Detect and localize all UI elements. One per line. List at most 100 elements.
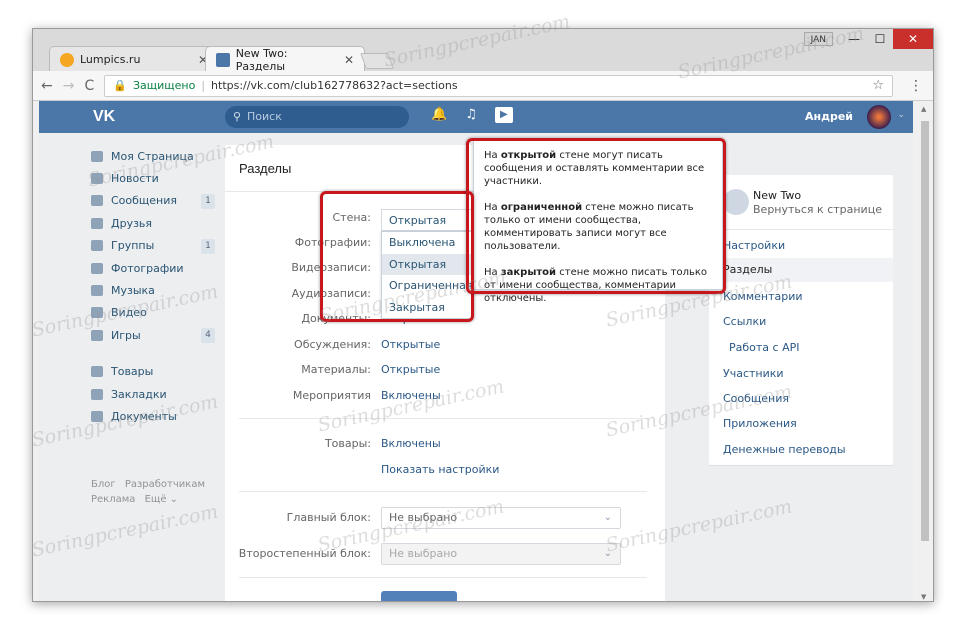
search-placeholder: Поиск [247,110,282,123]
browser-window: Lumpics.ru ✕ New Two: Разделы ✕ JAN — ☐ … [32,28,934,602]
menu-apps[interactable]: Приложения [723,417,797,430]
annotation-highlight-dropdown [320,191,474,322]
close-tab-icon[interactable]: ✕ [344,53,354,67]
vk-header: VK ⚲ Поиск 🔔 ♫ ▶ Андрей ⌄ [39,101,913,133]
menu-api[interactable]: Работа с API [729,341,799,354]
tab-lumpics[interactable]: Lumpics.ru ✕ [49,46,219,72]
menu-links[interactable]: Ссылки [723,315,766,328]
row-materials: Материалы: Открытые [301,363,441,376]
nav-friends[interactable]: Друзья [91,212,215,234]
lumpics-favicon-icon [60,52,74,67]
forward-arrow-icon[interactable]: → [63,78,75,94]
annotation-highlight-tooltip [466,138,726,294]
window-controls: JAN — ☐ ✕ [803,29,933,49]
reload-icon[interactable]: C [84,78,94,94]
count-badge: 1 [201,238,215,254]
chevron-down-icon[interactable]: ⌄ [897,110,905,120]
gamepad-icon [91,329,103,341]
nav-goods[interactable]: Товары [91,361,215,383]
close-window-button[interactable]: ✕ [893,29,933,49]
footer-link-ads[interactable]: Реклама [91,494,135,505]
menu-sections[interactable]: Разделы [709,258,893,282]
message-icon [91,195,103,207]
left-footer: Блог Разработчикам Реклама Ещё ⌄ [91,477,215,507]
star-icon [91,388,103,400]
footer-link-blog[interactable]: Блог [91,479,116,490]
maximize-button[interactable]: ☐ [867,29,893,49]
tab-new-two[interactable]: New Two: Разделы ✕ [205,46,365,73]
person-icon [91,217,103,229]
lock-icon: 🔒 [113,79,127,92]
user-name[interactable]: Андрей [805,110,853,123]
menu-settings[interactable]: Настройки [723,239,785,252]
video-icon [91,307,103,319]
scroll-up-icon[interactable]: ▲ [921,105,926,113]
nav-my-page[interactable]: Моя Страница [91,145,215,167]
nav-photos[interactable]: Фотографии [91,257,215,279]
group-icon [91,240,103,252]
chevron-down-icon: ⌄ [603,512,612,523]
bookmark-star-icon[interactable]: ☆ [872,78,884,93]
count-badge: 4 [201,328,215,344]
play-icon[interactable]: ▶ [494,107,513,123]
discussions-value[interactable]: Открытые [381,338,440,351]
events-value[interactable]: Включены [381,389,441,402]
main-block-select[interactable]: Не выбрано ⌄ [381,507,621,529]
url-text: https://vk.com/club162778632?act=section… [211,79,458,92]
browser-menu-icon[interactable]: ⋮ [909,78,923,94]
avatar[interactable] [867,105,891,129]
nav-news[interactable]: Новости [91,167,215,189]
tab-bar: Lumpics.ru ✕ New Two: Разделы ✕ JAN — ☐ … [33,29,933,73]
show-settings-link[interactable]: Показать настройки [381,463,499,476]
url-field[interactable]: 🔒 Защищено | https://vk.com/club16277863… [104,74,893,97]
bell-icon[interactable]: 🔔 [431,107,447,123]
news-icon [91,173,103,185]
count-badge: 1 [201,193,215,209]
music-icon [91,285,103,297]
nav-messages[interactable]: Сообщения 1 [91,190,215,212]
group-avatar[interactable] [723,189,749,215]
footer-link-more[interactable]: Ещё ⌄ [145,494,178,505]
vertical-scrollbar[interactable]: ▲ ▼ [917,101,933,601]
scroll-down-icon[interactable]: ▼ [921,593,926,601]
nav-music[interactable]: Музыка [91,279,215,301]
minimize-button[interactable]: — [841,29,867,49]
right-menu: New Two Вернуться к странице Настройки Р… [709,175,893,465]
menu-comments[interactable]: Комментарии [723,290,803,303]
music-note-icon[interactable]: ♫ [465,107,477,123]
left-nav: Моя Страница Новости Сообщения 1 Друзья Г… [91,145,215,428]
row-goods: Товары: Включены [324,437,441,450]
nav-bookmarks[interactable]: Закладки [91,383,215,405]
secure-label: Защищено [132,79,196,92]
home-icon [91,150,103,162]
new-tab-button[interactable] [360,53,394,69]
materials-value[interactable]: Открытые [381,363,440,376]
search-icon: ⚲ [233,110,242,123]
search-input[interactable]: ⚲ Поиск [225,106,409,128]
menu-members[interactable]: Участники [723,367,784,380]
group-name[interactable]: New Two [753,189,801,202]
nav-games[interactable]: Игры 4 [91,324,215,346]
document-icon [91,410,103,422]
menu-money-transfers[interactable]: Денежные переводы [723,443,846,456]
back-arrow-icon[interactable]: ← [41,78,53,94]
nav-groups[interactable]: Группы 1 [91,235,215,257]
nav-video[interactable]: Видео [91,302,215,324]
tab-label: Lumpics.ru [80,53,141,66]
goods-value[interactable]: Включены [381,437,441,450]
vk-logo[interactable]: VK [93,108,115,126]
save-button[interactable] [381,591,457,601]
address-bar: ← → C 🔒 Защищено | https://vk.com/club16… [33,71,933,101]
row-show-settings: Показать настройки [225,463,665,481]
secondary-block-select[interactable]: Не выбрано ⌄ [381,543,621,565]
nav-documents[interactable]: Документы [91,405,215,427]
scroll-thumb[interactable] [921,121,929,541]
profile-badge[interactable]: JAN [803,32,833,46]
menu-messages[interactable]: Сообщения [723,392,789,405]
divider [239,418,647,419]
back-to-page-link[interactable]: Вернуться к странице [753,203,882,216]
footer-link-dev[interactable]: Разработчикам [125,479,205,490]
bag-icon [91,366,103,378]
tab-label: New Two: Разделы [235,46,288,73]
row-discussions: Обсуждения: Открытые [294,338,441,351]
